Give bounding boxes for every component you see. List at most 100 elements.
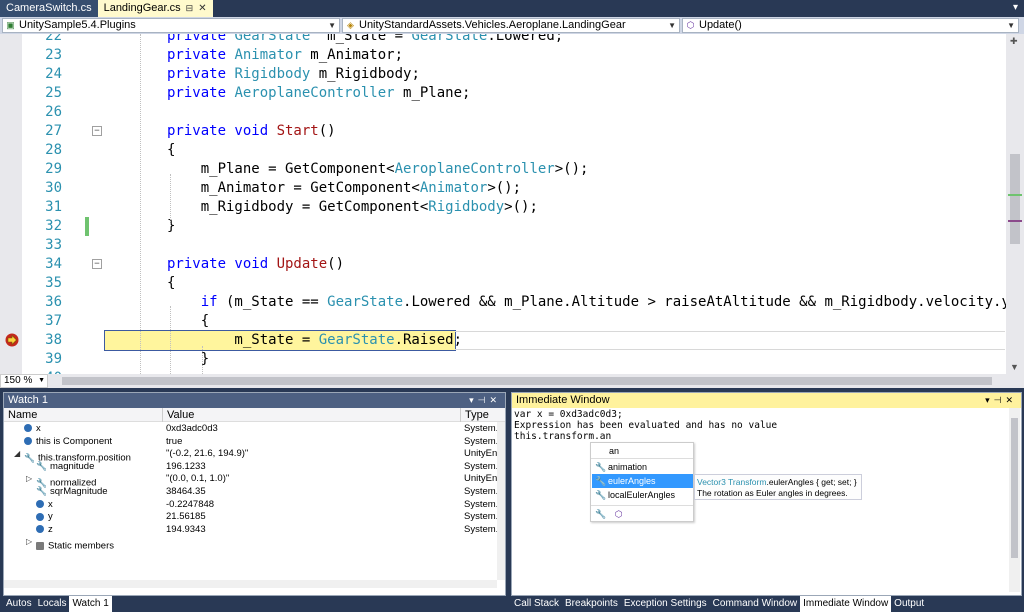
code-line[interactable]: 34 private void Update() − xyxy=(0,255,1006,274)
code-text[interactable]: private void Start() xyxy=(167,122,336,141)
watch-row[interactable]: this is Component true System.B xyxy=(4,436,498,449)
code-text[interactable]: private Animator m_Animator; xyxy=(167,46,403,65)
code-editor[interactable]: 22 private GearState m_State = GearState.… xyxy=(0,34,1006,374)
expand-toggle-icon[interactable]: ▷ xyxy=(26,536,36,549)
watch-name-cell[interactable]: z xyxy=(26,524,162,537)
scrollbar-thumb[interactable] xyxy=(1010,154,1020,244)
watch-row[interactable]: ▷ Static members xyxy=(4,536,498,552)
immediate-line[interactable]: var x = 0xd3adc0d3; xyxy=(514,409,623,420)
watch-name-cell[interactable]: y xyxy=(26,511,162,524)
tab-breakpoints[interactable]: Breakpoints xyxy=(562,596,621,612)
code-text[interactable]: { xyxy=(167,312,209,331)
collapse-icon[interactable]: − xyxy=(92,259,102,269)
watch-row[interactable]: 🔧 magnitude 196.1233 System.S xyxy=(4,461,498,474)
tab-output[interactable]: Output xyxy=(891,596,927,612)
code-line[interactable]: 38 m_State = GearState.Raised; xyxy=(0,330,1006,351)
code-text[interactable]: { xyxy=(167,141,175,160)
watch-value[interactable]: 21.56185 xyxy=(166,511,456,524)
watch-name-cell[interactable]: x xyxy=(14,423,162,436)
tab-landinggear[interactable]: LandingGear.cs ⊟ ✕ xyxy=(97,0,213,17)
extension-methods-filter-icon[interactable]: ⬡ xyxy=(615,509,623,519)
watch-name-cell[interactable]: 🔧 sqrMagnitude xyxy=(26,486,162,499)
code-text[interactable]: private void Update() xyxy=(167,255,344,274)
code-line[interactable]: 36 if (m_State == GearState.Lowered && m… xyxy=(0,293,1006,312)
tab-exception-settings[interactable]: Exception Settings xyxy=(621,596,710,612)
member-dropdown[interactable]: ⬡ Update() ▼ xyxy=(682,18,1019,33)
watch-row[interactable]: z 194.9343 System.S xyxy=(4,524,498,537)
completion-item-localeulerangles[interactable]: 🔧 localEulerAngles xyxy=(592,488,693,502)
watch-value[interactable]: true xyxy=(166,436,456,449)
code-line[interactable]: 22 private GearState m_State = GearState.… xyxy=(0,34,1006,46)
tab-list-dropdown-icon[interactable]: ▾ xyxy=(1013,2,1018,13)
code-text[interactable]: { xyxy=(167,274,175,293)
tab-watch-1[interactable]: Watch 1 xyxy=(69,596,112,612)
watch-value[interactable]: -0.2247848 xyxy=(166,499,456,512)
watch-value[interactable]: 194.9343 xyxy=(166,524,456,537)
code-line[interactable]: 24 private Rigidbody m_Rigidbody; xyxy=(0,65,1006,84)
tab-locals[interactable]: Locals xyxy=(35,596,70,612)
watch-row[interactable]: ▷🔧normalized"(0.0, 0.1, 1.0)"UnityEng xyxy=(4,473,498,489)
watch-vertical-scrollbar[interactable] xyxy=(497,422,505,580)
window-controls[interactable]: ▾⊣✕ xyxy=(469,393,501,408)
watch-name-cell[interactable]: ▷ Static members xyxy=(26,536,162,553)
window-controls[interactable]: ▾⊣✕ xyxy=(985,393,1017,408)
tab-immediate-window[interactable]: Immediate Window xyxy=(800,596,892,612)
breakpoint-current-statement-icon[interactable] xyxy=(5,333,19,347)
split-icon[interactable]: ✚ xyxy=(1010,36,1018,47)
watch-value[interactable]: "(0.0, 0.1, 1.0)" xyxy=(166,473,456,486)
code-line[interactable]: 33 xyxy=(0,236,1006,255)
code-text[interactable]: m_State = GearState.Raised; xyxy=(104,330,462,351)
watch-value[interactable]: 196.1233 xyxy=(166,461,456,474)
watch-row[interactable]: y 21.56185 System.S xyxy=(4,511,498,524)
watch-name-cell[interactable]: this is Component xyxy=(14,436,162,449)
code-line[interactable]: 26 xyxy=(0,103,1006,122)
scrollbar-thumb[interactable] xyxy=(1011,418,1018,558)
code-text[interactable]: if (m_State == GearState.Lowered && m_Pl… xyxy=(167,293,1006,312)
completion-item-eulerangles[interactable]: 🔧 eulerAngles xyxy=(592,474,693,488)
project-dropdown[interactable]: ▣ UnitySample5.4.Plugins ▼ xyxy=(2,18,340,33)
column-header-value[interactable]: Value xyxy=(162,408,460,422)
collapse-icon[interactable]: − xyxy=(92,126,102,136)
code-text[interactable]: } xyxy=(167,217,175,236)
code-text[interactable]: private AeroplaneController m_Plane; xyxy=(167,84,470,103)
code-text[interactable]: private Rigidbody m_Rigidbody; xyxy=(167,65,420,84)
editor-vertical-scrollbar[interactable]: ✚ ▼ xyxy=(1006,34,1024,374)
watch-value[interactable]: 0xd3adc0d3 xyxy=(166,423,456,436)
expand-toggle-icon[interactable]: ▷ xyxy=(26,473,36,486)
properties-filter-icon[interactable]: 🔧 xyxy=(595,509,606,519)
watch-row[interactable]: x 0xd3adc0d3 System.U xyxy=(4,423,498,436)
watch-name-cell[interactable]: x xyxy=(26,499,162,512)
code-line[interactable]: 27 private void Start() − xyxy=(0,122,1006,141)
pin-icon[interactable]: ⊟ xyxy=(186,0,194,17)
watch-name-cell[interactable]: 🔧 magnitude xyxy=(26,461,162,474)
code-line[interactable]: 23 private Animator m_Animator; xyxy=(0,46,1006,65)
scroll-down-icon[interactable]: ▼ xyxy=(1010,362,1019,372)
expand-toggle-icon[interactable]: ◢ xyxy=(14,448,24,461)
code-line[interactable]: 25 private AeroplaneController m_Plane; xyxy=(0,84,1006,103)
watch-row[interactable]: 🔧 sqrMagnitude 38464.35 System.S xyxy=(4,486,498,499)
code-line[interactable]: 39 } xyxy=(0,350,1006,369)
code-line[interactable]: 31 m_Rigidbody = GetComponent<Rigidbody>… xyxy=(0,198,1006,217)
immediate-line[interactable]: Expression has been evaluated and has no… xyxy=(514,420,777,431)
completion-item-animation[interactable]: 🔧 animation xyxy=(592,460,693,474)
watch-row[interactable]: ◢ 🔧 this.transform.position "(-0.2, 21.6, 1… xyxy=(4,448,498,464)
column-header-type[interactable]: Type xyxy=(460,408,497,422)
code-line[interactable]: 29 m_Plane = GetComponent<AeroplaneContr… xyxy=(0,160,1006,179)
scrollbar-thumb[interactable] xyxy=(62,377,992,385)
code-text[interactable]: m_Rigidbody = GetComponent<Rigidbody>(); xyxy=(167,198,538,217)
column-header-name[interactable]: Name xyxy=(4,408,162,422)
watch-title-bar[interactable]: Watch 1 ▾⊣✕ xyxy=(4,393,505,408)
code-line[interactable]: 30 m_Animator = GetComponent<Animator>()… xyxy=(0,179,1006,198)
tab-command-window[interactable]: Command Window xyxy=(710,596,800,612)
watch-value[interactable]: 38464.35 xyxy=(166,486,456,499)
immediate-vertical-scrollbar[interactable] xyxy=(1009,408,1020,592)
immediate-input-line[interactable]: this.transform.an xyxy=(514,431,611,442)
tab-cameraswitch[interactable]: CameraSwitch.cs xyxy=(0,0,98,17)
watch-row[interactable]: x -0.2247848 System.S xyxy=(4,499,498,512)
tab-autos[interactable]: Autos xyxy=(3,596,35,612)
watch-horizontal-scrollbar[interactable] xyxy=(4,580,497,588)
code-line[interactable]: 28 { xyxy=(0,141,1006,160)
editor-horizontal-scrollbar[interactable] xyxy=(52,377,1006,385)
immediate-title-bar[interactable]: Immediate Window ▾⊣✕ xyxy=(512,393,1021,408)
zoom-dropdown[interactable]: 150 % ▼ xyxy=(0,374,48,388)
